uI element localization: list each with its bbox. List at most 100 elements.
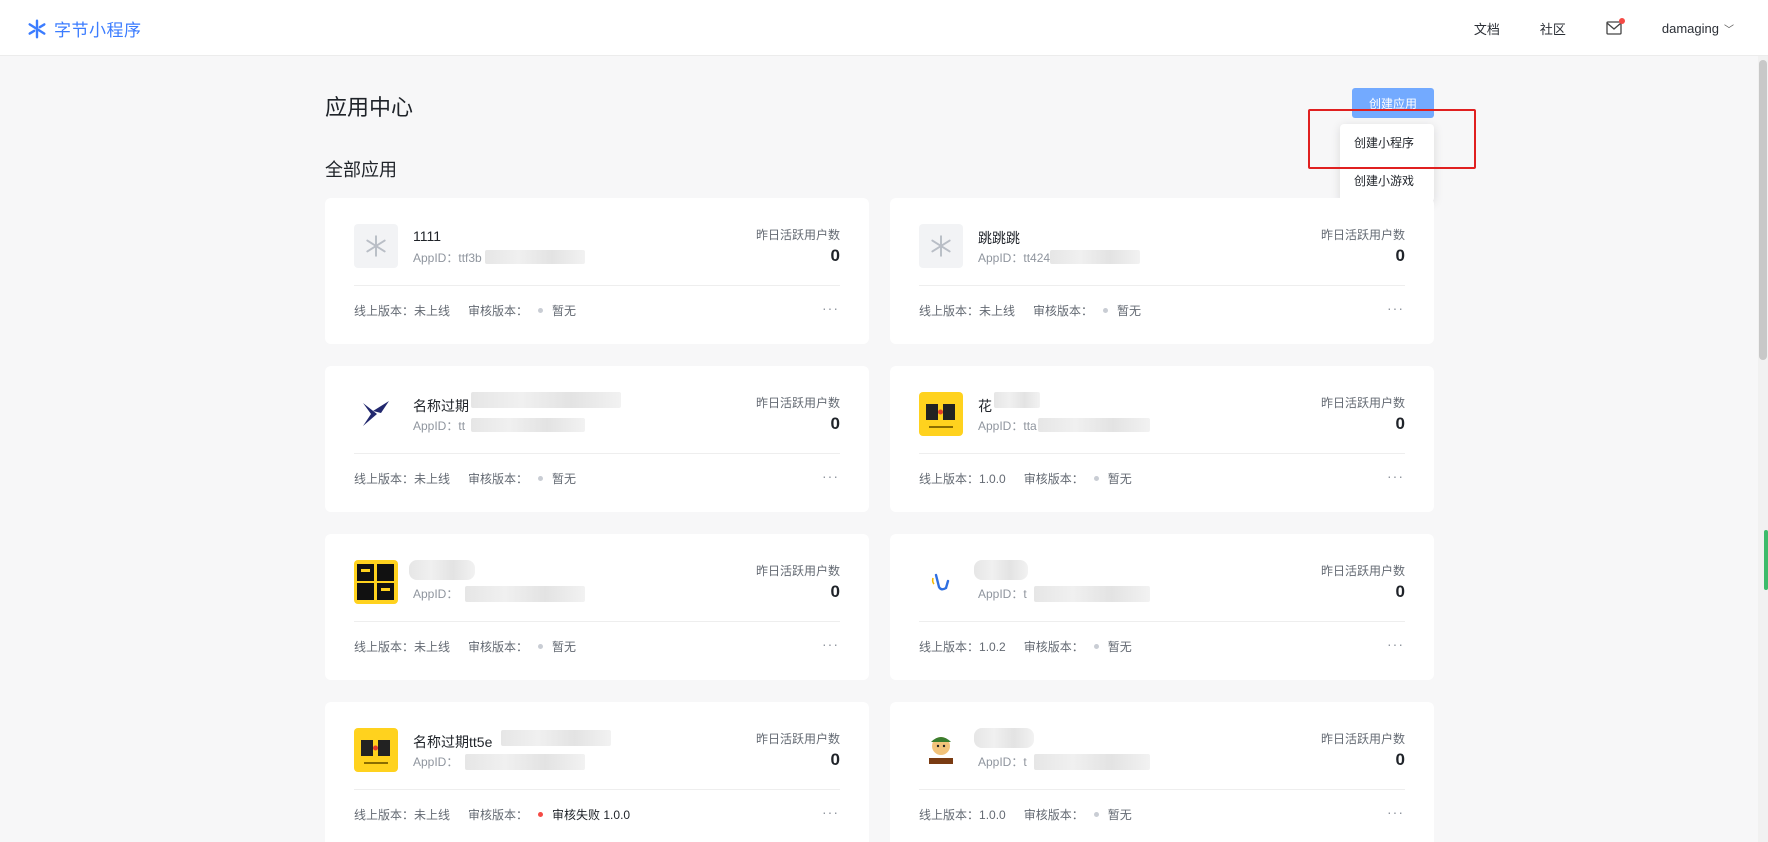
app-id: AppID：ttf3b bbox=[413, 251, 482, 265]
version-info: 线上版本： 未上线 审核版本： 暂无 bbox=[919, 304, 1142, 318]
app-id: AppID：t bbox=[978, 587, 1027, 601]
nav-docs-link[interactable]: 文档 bbox=[1474, 19, 1500, 38]
version-info: 线上版本： 未上线 审核版本： 审核失败 1.0.0 bbox=[354, 808, 631, 822]
highlight-annotation-box bbox=[1308, 109, 1476, 169]
version-info: 线上版本： 未上线 审核版本： 暂无 bbox=[354, 640, 577, 654]
divider bbox=[919, 621, 1405, 622]
app-card[interactable]: 花 AppID：tta 昨日活跃用户数 0 线上版本： 1.0.0 审核版本： 暂无… bbox=[890, 366, 1434, 512]
nav-community-link[interactable]: 社区 bbox=[1540, 19, 1566, 38]
divider bbox=[354, 285, 840, 286]
app-card[interactable]: 1111 AppID：ttf3b 昨日活跃用户数 0 线上版本： 未上线 审核版本… bbox=[325, 198, 869, 344]
redacted-blur bbox=[1038, 418, 1150, 432]
hand-wave-logo-icon bbox=[919, 560, 963, 604]
more-options-icon[interactable]: ··· bbox=[1387, 468, 1404, 484]
placeholder-logo-icon bbox=[919, 224, 963, 268]
version-info: 线上版本： 未上线 审核版本： 暂无 bbox=[354, 304, 577, 318]
user-menu[interactable]: damaging ﹀ bbox=[1662, 21, 1734, 36]
section-title: 全部应用 bbox=[325, 160, 397, 180]
app-id: AppID： bbox=[413, 755, 459, 769]
dau-label: 昨日活跃用户数 bbox=[755, 228, 840, 242]
app-name: 花 bbox=[978, 398, 992, 414]
app-id: AppID： bbox=[413, 587, 459, 601]
redacted-blur bbox=[1050, 250, 1140, 264]
app-card[interactable]: AppID：t 昨日活跃用户数 0 线上版本： 1.0.2 审核版本： 暂无 ··· bbox=[890, 534, 1434, 680]
more-options-icon[interactable]: ··· bbox=[1387, 300, 1404, 316]
brand-logo[interactable]: 字节小程序 bbox=[26, 16, 142, 41]
app-id: AppID：tta bbox=[978, 419, 1037, 433]
more-options-icon[interactable]: ··· bbox=[822, 300, 839, 316]
nav-right: 文档 社区 damaging ﹀ bbox=[1434, 0, 1734, 56]
redacted-blur bbox=[485, 250, 585, 264]
more-options-icon[interactable]: ··· bbox=[1387, 804, 1404, 820]
dau-value: 0 bbox=[1395, 582, 1405, 601]
dau-label: 昨日活跃用户数 bbox=[1320, 564, 1405, 578]
divider bbox=[354, 621, 840, 622]
cartoon-logo-icon bbox=[919, 728, 963, 772]
scrollbar-thumb[interactable] bbox=[1759, 60, 1767, 360]
redacted-blur bbox=[1034, 586, 1150, 602]
divider bbox=[354, 453, 840, 454]
username: damaging bbox=[1661, 20, 1719, 36]
notification-dot bbox=[1618, 18, 1625, 24]
version-info: 线上版本： 1.0.0 审核版本： 暂无 bbox=[919, 807, 1132, 823]
app-id: AppID：tt424 bbox=[978, 251, 1051, 265]
dau-label: 昨日活跃用户数 bbox=[1320, 228, 1405, 242]
dau-value: 0 bbox=[830, 582, 840, 601]
redacted-blur bbox=[1034, 754, 1150, 770]
shihuo-logo-icon bbox=[919, 392, 963, 436]
shihuo-logo-icon bbox=[354, 728, 398, 772]
brand-name: 字节小程序 bbox=[54, 21, 142, 40]
dau-label: 昨日活跃用户数 bbox=[755, 564, 840, 578]
redacted-blur bbox=[465, 754, 585, 770]
placeholder-logo-icon bbox=[354, 224, 398, 268]
redacted-blur bbox=[994, 392, 1040, 408]
dau-label: 昨日活跃用户数 bbox=[755, 396, 840, 410]
dau-label: 昨日活跃用户数 bbox=[1320, 732, 1405, 746]
bird-logo-icon bbox=[354, 392, 398, 436]
mail-icon[interactable] bbox=[1606, 18, 1625, 35]
version-info: 线上版本： 未上线 审核版本： 暂无 bbox=[354, 472, 577, 486]
dau-value: 0 bbox=[1395, 750, 1405, 769]
divider bbox=[354, 789, 840, 790]
dau-value: 0 bbox=[830, 246, 840, 265]
divider bbox=[919, 453, 1405, 454]
divider bbox=[919, 789, 1405, 790]
top-nav-bar: 字节小程序 文档 社区 damaging ﹀ bbox=[0, 0, 1768, 56]
app-card[interactable]: 名称过期tt5e AppID： 昨日活跃用户数 0 线上版本： 未上线 审核版本：… bbox=[325, 702, 869, 842]
more-options-icon[interactable]: ··· bbox=[822, 468, 839, 484]
app-name: 跳跳跳 bbox=[978, 230, 1020, 246]
app-id: AppID：tt bbox=[413, 419, 466, 433]
redacted-blur bbox=[471, 392, 621, 408]
version-info: 线上版本： 1.0.0 审核版本： 暂无 bbox=[919, 471, 1132, 487]
dau-value: 0 bbox=[830, 414, 840, 433]
redacted-blur bbox=[501, 730, 611, 746]
chevron-down-icon: ﹀ bbox=[1724, 24, 1734, 36]
redacted-blur bbox=[974, 728, 1034, 748]
app-name: 名称过期tt5e bbox=[413, 734, 493, 750]
version-info: 线上版本： 1.0.2 审核版本： 暂无 bbox=[919, 639, 1132, 655]
divider bbox=[919, 285, 1405, 286]
dau-value: 0 bbox=[1395, 414, 1405, 433]
more-options-icon[interactable]: ··· bbox=[1387, 636, 1404, 652]
redacted-blur bbox=[465, 586, 585, 602]
dau-label: 昨日活跃用户数 bbox=[755, 732, 840, 746]
redacted-blur bbox=[409, 560, 475, 580]
chihe-logo-icon bbox=[354, 560, 398, 604]
app-card[interactable]: 跳跳跳 AppID：tt424 昨日活跃用户数 0 线上版本： 未上线 审核版本：… bbox=[890, 198, 1434, 344]
more-options-icon[interactable]: ··· bbox=[822, 636, 839, 652]
app-card[interactable]: 名称过期 AppID：tt 昨日活跃用户数 0 线上版本： 未上线 审核版本： 暂无… bbox=[325, 366, 869, 512]
app-name: 1111 bbox=[413, 228, 442, 244]
app-card[interactable]: AppID：t 昨日活跃用户数 0 线上版本： 1.0.0 审核版本： 暂无 ··· bbox=[890, 702, 1434, 842]
app-card[interactable]: AppID： 昨日活跃用户数 0 线上版本： 未上线 审核版本： 暂无 ··· bbox=[325, 534, 869, 680]
page-title: 应用中心 bbox=[325, 95, 414, 120]
dau-value: 0 bbox=[830, 750, 840, 769]
dau-label: 昨日活跃用户数 bbox=[1320, 396, 1405, 410]
bytedance-mini-program-icon bbox=[28, 19, 46, 38]
app-id: AppID：t bbox=[978, 755, 1027, 769]
dau-value: 0 bbox=[1395, 246, 1405, 265]
redacted-blur bbox=[471, 418, 585, 432]
redacted-blur bbox=[974, 560, 1028, 580]
app-name: 名称过期 bbox=[413, 398, 469, 414]
more-options-icon[interactable]: ··· bbox=[822, 804, 839, 820]
side-indicator bbox=[1764, 530, 1768, 590]
